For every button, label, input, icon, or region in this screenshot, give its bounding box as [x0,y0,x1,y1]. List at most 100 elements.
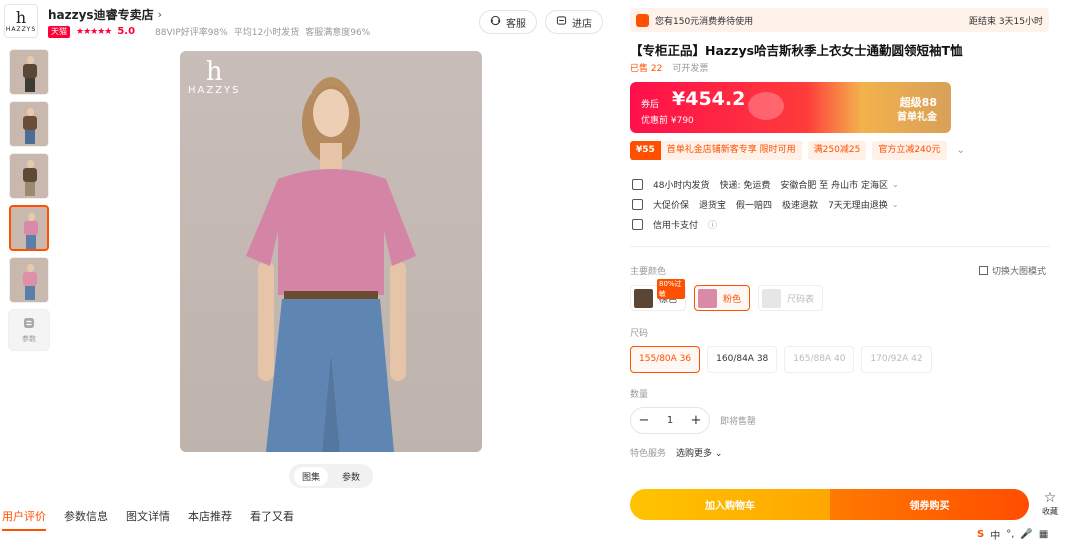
original-price: 优惠前 ¥790 [641,116,694,126]
star-icon: ☆ [1043,490,1057,506]
delivery-time: 48小时内发货 [653,181,710,191]
new-customer-coupon-tag[interactable]: ¥55 首单礼金店铺新客专享 限时可用 [630,141,802,160]
thumbnail-figure [23,108,37,144]
buy-now-button[interactable]: 领券购买 [830,489,1029,520]
discount-tag[interactable]: 满250减25 [807,141,867,160]
thumbnail-brown-1[interactable] [9,49,49,95]
chevron-down-icon: ⌄ [891,200,899,209]
size-option[interactable]: 165/88A 40 [784,346,855,373]
size-option[interactable]: 155/80A 36 [630,346,701,373]
tab-params[interactable]: 参数 [334,467,368,486]
truck-icon [632,179,643,190]
coupon-desc: 首单礼金店铺新客专享 限时可用 [660,141,802,160]
coupon-amount: ¥55 [636,145,655,155]
thumbnail-brown-2[interactable] [9,101,49,147]
tab-reviews[interactable]: 用户评价 [2,508,46,531]
size-chart-option[interactable]: 尺码表 [758,285,824,311]
size-label: 尺码 [630,329,649,339]
color-name: 尺码表 [787,294,815,305]
customer-service-button[interactable]: 客服 [479,10,537,34]
color-name: 粉色 [723,294,742,305]
ime-toolbar: S 中 °, 🎤 ▦ [977,526,1048,542]
enter-shop-button[interactable]: 进店 [545,10,603,34]
guarantee-row[interactable]: 大促价保 退货宝 假一赔四 极速退款 7天无理由退换 ⌄ [632,198,899,211]
minus-button[interactable]: − [631,413,657,428]
shield-icon [632,199,643,210]
thumbnail-pink-selected[interactable] [9,205,49,251]
divider [630,246,1050,247]
shop-meta-item: 客服满意度96% [305,28,371,38]
chevron-down-icon[interactable]: ⌄ [957,145,965,156]
coupon-banner[interactable]: 您有150元消费券待使用 距结束 3天15小时 [630,8,1049,32]
shop-icon [556,15,567,29]
delivery-route: 安徽合肥 至 舟山市 定海区 [780,181,888,191]
thumbnail-figure [23,160,37,196]
main-product-image[interactable]: h HAZZYS [180,51,482,452]
ime-punctuation-toggle[interactable]: °, [1006,529,1014,540]
promo-tags: ¥55 首单礼金店铺新客专享 限时可用 满250减25 官方立减240元 ⌄ [630,141,965,160]
coupon-banner-text: 您有150元消费券待使用 [655,16,754,27]
color-badge: 80%过敏 [657,279,686,299]
chevron-down-icon: ⌄ [891,180,899,189]
color-options: 80%过敏 棕色 粉色 尺码表 [630,279,824,311]
keyboard-icon[interactable]: ▦ [1039,529,1048,540]
color-swatch [762,288,782,308]
shop-logo[interactable]: h HAZZYS [4,4,38,38]
shop-logo-mark: h [15,7,27,27]
tab-image-details[interactable]: 图文详情 [126,508,170,531]
info-icon[interactable]: ⓘ [708,218,717,231]
color-label: 主要颜色 [630,267,667,277]
size-option[interactable]: 160/84A 38 [707,346,778,373]
quantity-row: − 1 + 即将售罄 [630,407,756,434]
stock-status: 即将售罄 [720,417,757,427]
add-to-cart-button[interactable]: 加入购物车 [630,489,830,520]
color-option-brown[interactable]: 80%过敏 棕色 [630,279,687,311]
thumbnail-params-label: 参数 [22,334,36,343]
enter-shop-label: 进店 [572,18,592,30]
headset-icon [490,15,501,29]
price-value: ¥454.2 [672,88,746,110]
thumbnail-brown-3[interactable] [9,153,49,199]
thumbnail-params[interactable]: 参数 [8,309,50,351]
guarantee-item: 大促价保 [653,201,690,211]
switch-view-mode-label: 切换大图模式 [992,267,1047,277]
shop-meta: 天猫 ★★★★★ 5.0 88VIP好评率98% 平均12小时发货 客服满意度9… [48,25,370,38]
plus-button[interactable]: + [683,413,709,428]
official-discount-tag[interactable]: 官方立减240元 [872,141,947,160]
shop-logo-word: HAZZYS [5,25,37,33]
thumbnail-pink-2[interactable] [9,257,49,303]
rating-stars-icon: ★★★★★ [76,26,112,37]
promo-subtitle: 首单礼金 [897,112,937,123]
product-subline: 已售 22 可开发票 [630,61,708,74]
shop-name-link[interactable]: hazzys迪睿专卖店 › [48,6,162,23]
delivery-row[interactable]: 48小时内发货 快递: 免运费 安徽合肥 至 舟山市 定海区 ⌄ [632,178,899,191]
special-services-more[interactable]: 选购更多 ⌄ [676,446,722,459]
switch-view-mode-button[interactable]: 切换大图模式 [979,264,1046,277]
color-option-pink[interactable]: 粉色 [694,285,751,311]
shop-name: hazzys迪睿专卖店 [48,8,154,22]
favorite-button[interactable]: ☆ 收藏 [1039,491,1061,517]
ime-logo-icon[interactable]: S [977,529,984,540]
size-option[interactable]: 170/92A 42 [861,346,932,373]
ime-language-toggle[interactable]: 中 [990,527,1000,542]
thumbnail-list: 参数 [7,49,51,351]
microphone-icon[interactable]: 🎤 [1020,529,1032,540]
color-swatch [698,288,718,308]
payment-row: 信用卡支付 ⓘ [632,218,717,231]
guarantee-item: 假一赔四 [736,201,773,211]
size-options: 155/80A 36 160/84A 38 165/88A 40 170/92A… [630,346,932,373]
tab-gallery[interactable]: 图集 [293,466,328,486]
quantity-stepper: − 1 + [630,407,710,434]
coupon-countdown: 距结束 3天15小时 [968,16,1043,27]
delivery-fee: 快递: 免运费 [719,181,771,191]
tab-also-viewed[interactable]: 看了又看 [250,508,294,531]
favorite-label: 收藏 [1042,507,1058,516]
tab-shop-recommend[interactable]: 本店推荐 [188,508,232,531]
product-title: 【专柜正品】Hazzys哈吉斯秋季上衣女士通勤圆领短袖T恤 [630,43,963,58]
guarantee-item: 极速退款 [782,201,819,211]
quantity-value[interactable]: 1 [657,415,683,426]
tab-param-info[interactable]: 参数信息 [64,508,108,531]
sold-count: 已售 22 [630,64,663,74]
thumbnail-figure [23,56,37,92]
special-services-label: 特色服务 [630,449,667,459]
